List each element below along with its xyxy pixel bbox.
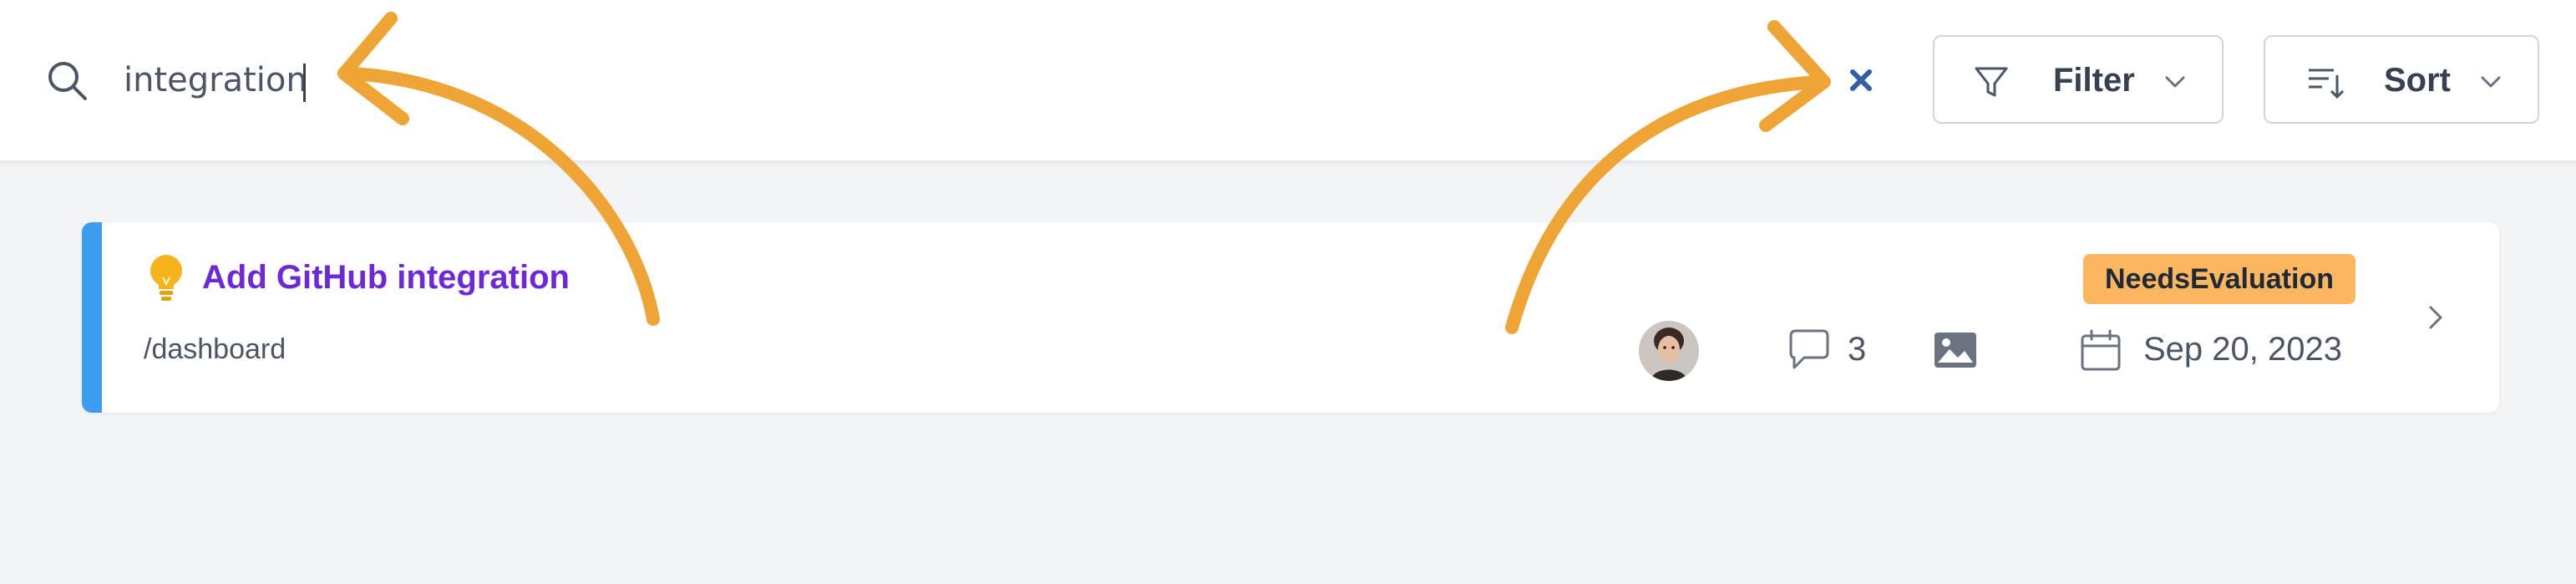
avatar [1639,321,1699,381]
comment-icon [1789,329,1829,369]
search-icon [48,62,87,100]
search-input[interactable] [124,50,1126,110]
funnel-icon [1975,67,2008,97]
filter-label: Filter [2053,62,2135,99]
avatar-image [1639,321,1699,381]
chevron-right-icon[interactable] [2421,302,2451,333]
sort-icon [2309,69,2345,99]
text-caret [303,63,306,102]
card-date: Sep 20, 2023 [2143,331,2342,368]
sort-button[interactable]: Sort [2264,35,2539,124]
chevron-down-icon [2481,76,2501,88]
card-accent-bar [82,222,102,413]
status-badge: NeedsEvaluation [2083,254,2355,304]
search-bar: Filter Sort [0,0,2576,162]
lightbulb-icon [150,255,182,301]
comment-count: 3 [1848,331,1867,368]
image-icon [1935,333,1976,368]
calendar-icon [2081,329,2121,371]
result-card[interactable]: Add GitHub integration /dashboard 3 Need… [82,222,2499,413]
close-icon [1850,69,1872,91]
card-path: /dashboard [144,333,287,365]
sort-label: Sort [2384,62,2451,99]
filter-button[interactable]: Filter [1933,35,2224,124]
card-title[interactable]: Add GitHub integration [202,252,570,302]
clear-search-button[interactable] [1844,63,1878,97]
chevron-down-icon [2165,76,2185,88]
